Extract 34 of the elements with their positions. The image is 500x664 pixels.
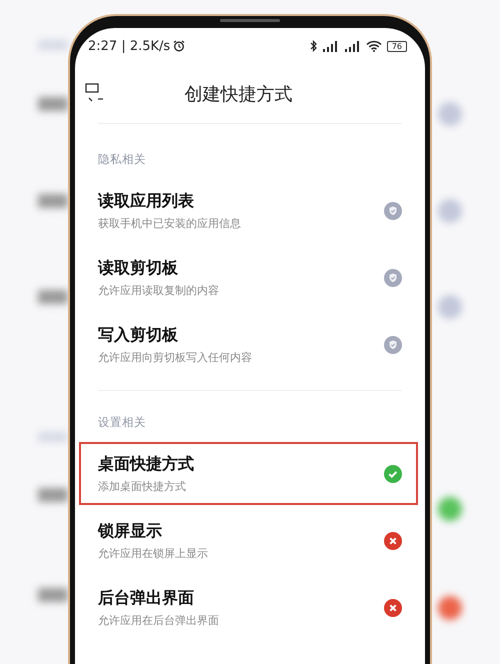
blurred-text bbox=[38, 432, 68, 442]
status-time: 2:27 | 2.5K/s bbox=[88, 38, 170, 54]
permission-description: 允许应用在后台弹出界面 bbox=[98, 612, 219, 628]
permission-description: 允许应用向剪切板写入任何内容 bbox=[98, 350, 252, 364]
bluetooth-icon bbox=[310, 40, 317, 52]
wifi-icon bbox=[366, 40, 382, 52]
signal-icon bbox=[344, 40, 361, 52]
permission-title[interactable]: 后台弹出界面 bbox=[98, 588, 194, 608]
section-header: 设置相关 bbox=[98, 415, 146, 430]
permission-description: 获取手机中已安装的应用信息 bbox=[98, 216, 241, 230]
permission-title[interactable]: 读取剪切板 bbox=[98, 258, 178, 278]
section-header: 隐私相关 bbox=[98, 152, 146, 167]
blurred-dot bbox=[438, 596, 462, 620]
battery-indicator: 76 bbox=[386, 40, 407, 52]
blurred-text bbox=[38, 488, 68, 502]
permission-description: 添加桌面快捷方式 bbox=[98, 478, 186, 494]
blurred-text bbox=[38, 194, 68, 208]
permission-description: 允许应用在锁屏上显示 bbox=[98, 546, 208, 560]
blurred-text bbox=[38, 97, 68, 111]
blurred-dot bbox=[438, 199, 462, 223]
permission-title[interactable]: 写入剪切板 bbox=[98, 324, 178, 346]
page-title: 创建快捷方式 bbox=[184, 82, 294, 106]
permission-title[interactable]: 桌面快捷方式 bbox=[98, 454, 194, 474]
blurred-dot bbox=[438, 102, 462, 126]
permission-description: 允许应用读取复制的内容 bbox=[98, 282, 219, 298]
permission-title[interactable]: 读取应用列表 bbox=[98, 190, 194, 212]
blurred-text bbox=[38, 588, 68, 602]
blurred-text bbox=[38, 40, 68, 50]
signal-icon bbox=[322, 40, 339, 52]
blurred-dot bbox=[438, 295, 462, 319]
alarm-icon bbox=[173, 40, 186, 52]
permission-title[interactable]: 锁屏显示 bbox=[98, 520, 162, 542]
blurred-text bbox=[38, 290, 68, 304]
blurred-dot bbox=[438, 497, 462, 521]
